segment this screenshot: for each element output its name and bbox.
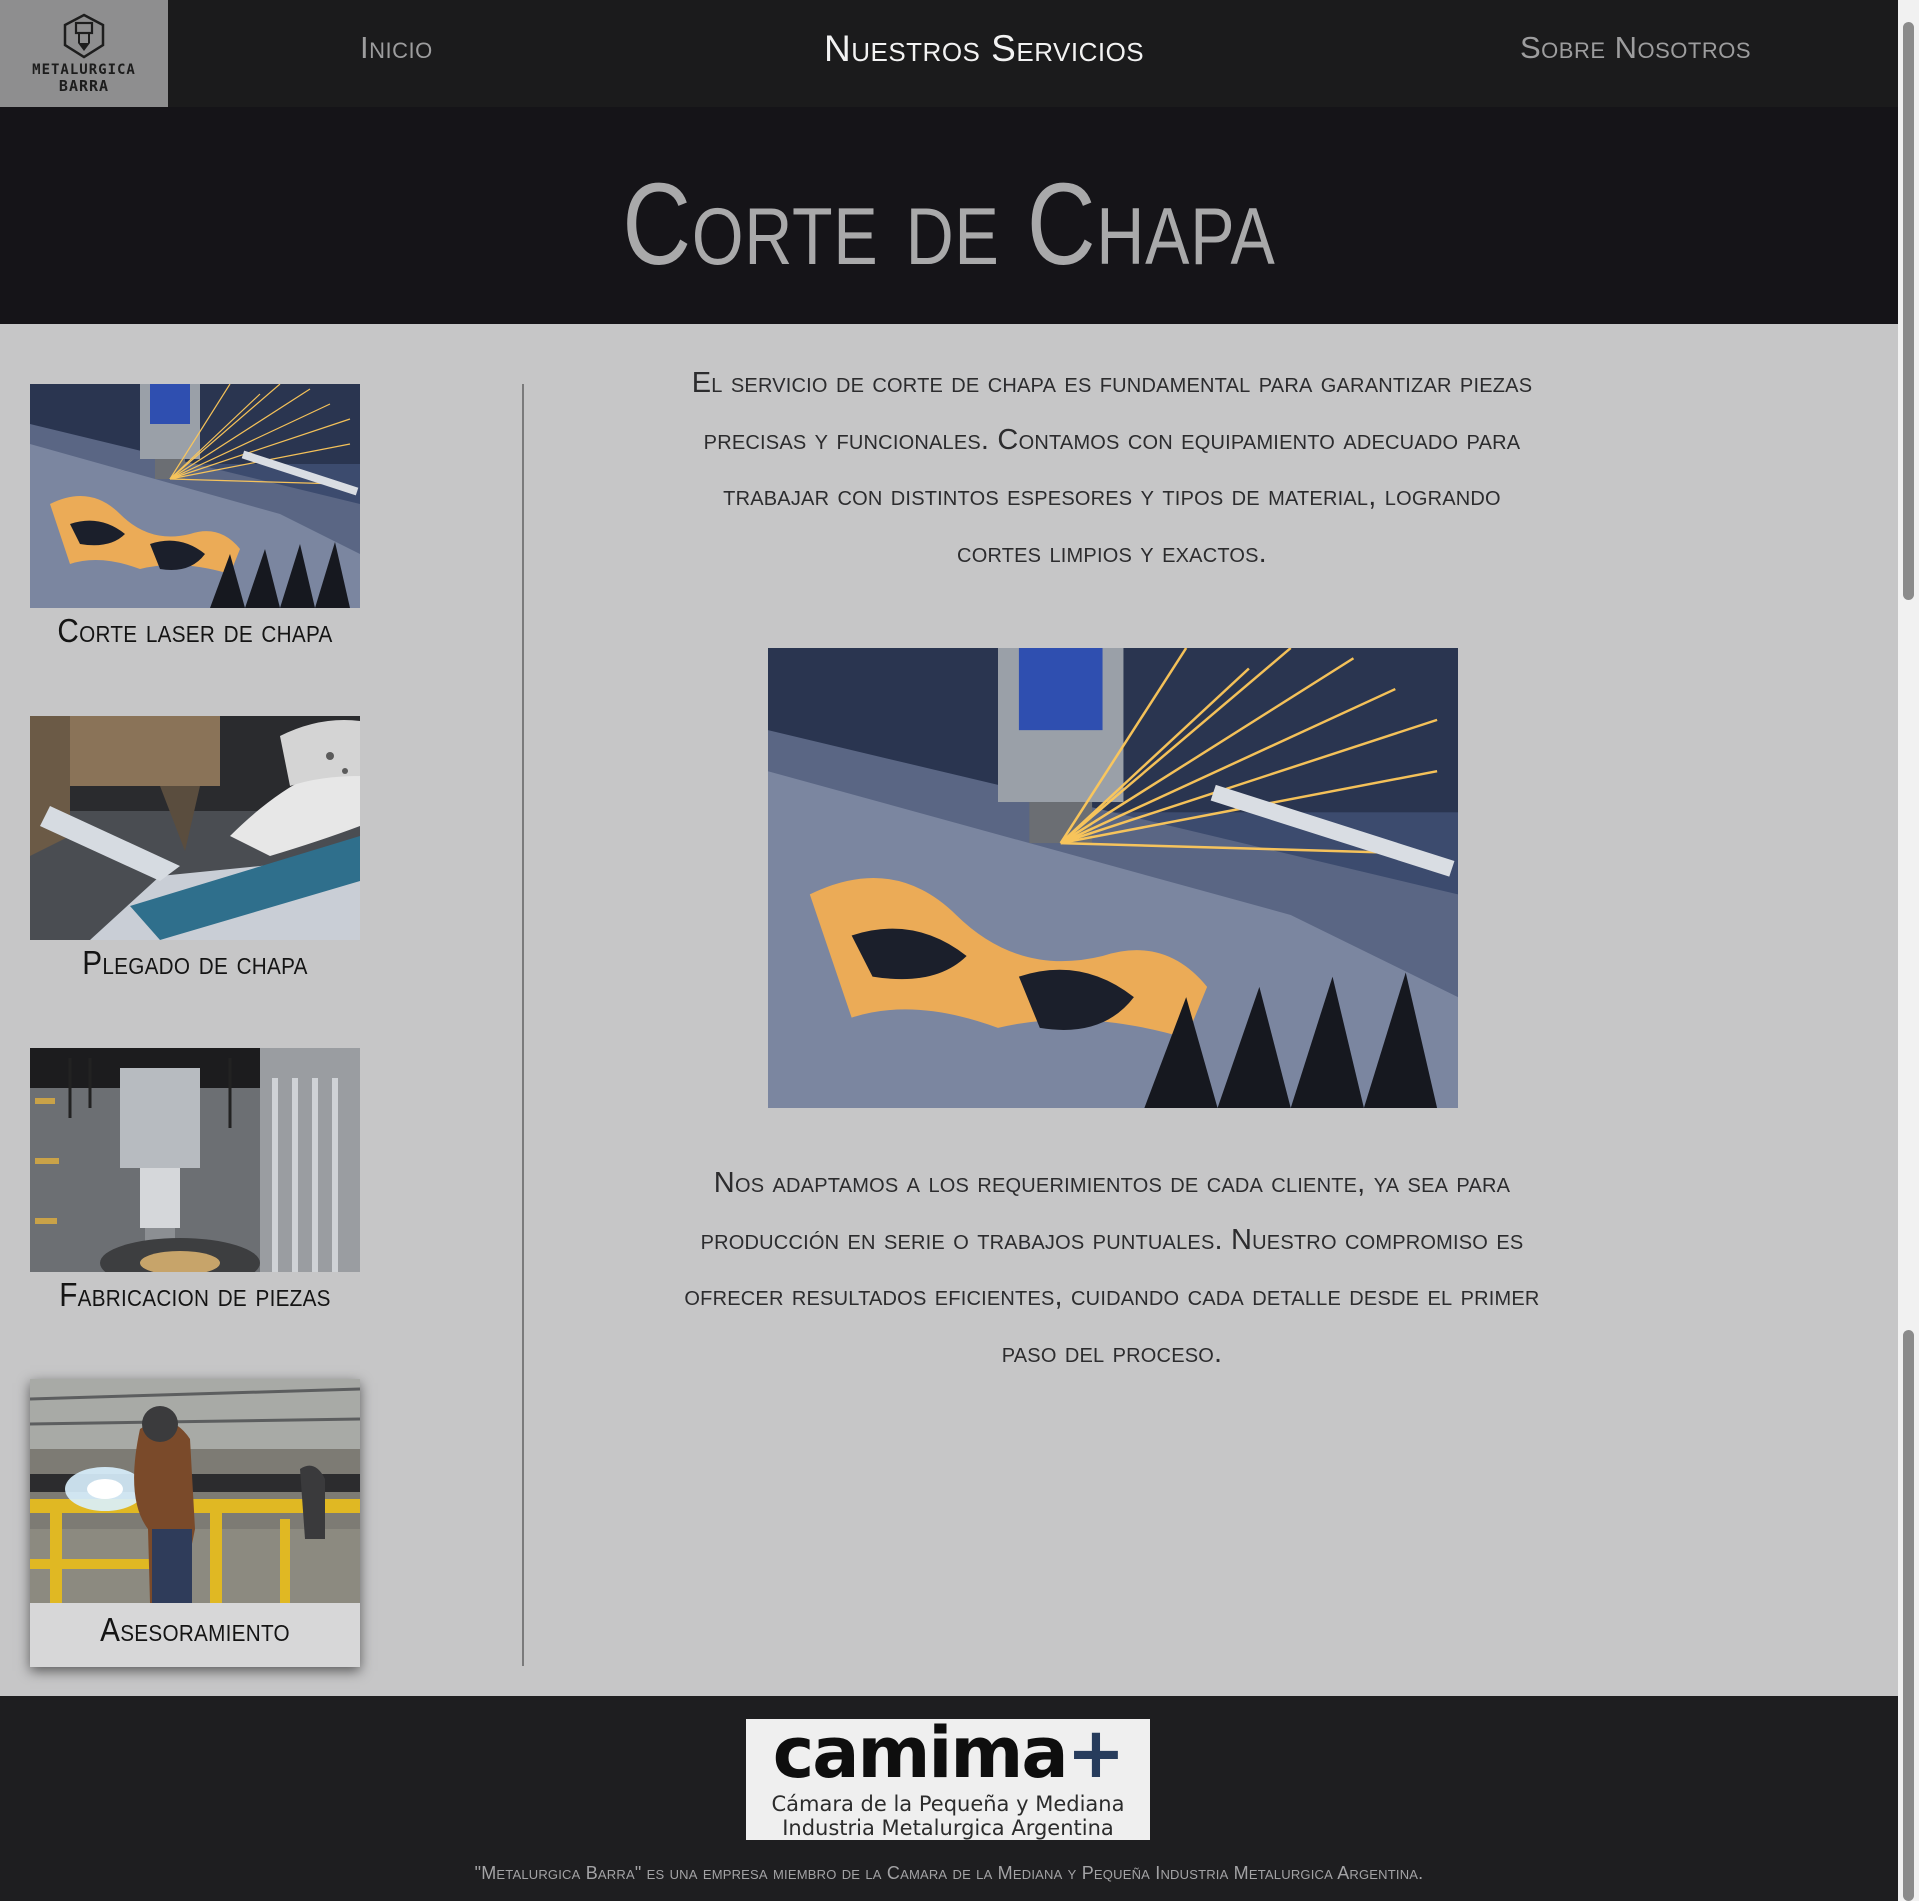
machining-photo-icon: [30, 1048, 360, 1272]
nav-link-inicio[interactable]: Inicio: [360, 30, 433, 66]
camima-word: camima: [772, 1712, 1069, 1794]
laser-cutting-photo-icon: [768, 648, 1458, 1108]
service-card-plegado[interactable]: Plegado de chapa: [30, 716, 360, 982]
anvil-emblem-icon: [63, 13, 105, 59]
service-description-intro: El servicio de corte de chapa es fundame…: [691, 367, 1533, 569]
service-card-corte-laser[interactable]: Corte laser de chapa: [30, 384, 360, 650]
page-title: Corte de Chapa: [622, 159, 1276, 289]
camima-plus-sign: +: [1066, 1712, 1126, 1794]
vertical-scrollbar[interactable]: [1898, 0, 1919, 1901]
scrollbar-thumb-upper[interactable]: [1903, 22, 1914, 600]
footer: camima+ Cámara de la Pequeña y Mediana I…: [0, 1696, 1898, 1901]
hero-banner: Corte de Chapa: [0, 107, 1898, 324]
service-card-asesoramiento[interactable]: Asesoramiento: [30, 1379, 360, 1667]
welding-photo-icon: [30, 1379, 360, 1603]
service-card-label: Plegado de chapa: [82, 944, 308, 981]
camima-subtitle-line-1: Cámara de la Pequeña y Mediana: [771, 1792, 1125, 1816]
service-card-label: Corte laser de chapa: [57, 612, 333, 649]
service-description-detail: Nos adaptamos a los requerimientos de ca…: [684, 1167, 1540, 1369]
scrollbar-thumb-lower[interactable]: [1903, 1330, 1914, 1901]
site-logo[interactable]: METALURGICA BARRA: [0, 0, 168, 107]
laser-cutting-photo-icon: [30, 384, 360, 608]
vertical-divider: [522, 384, 524, 1666]
nav-link-sobre-nosotros[interactable]: Sobre Nosotros: [1520, 30, 1751, 66]
nav-link-nuestros-servicios[interactable]: Nuestros Servicios: [824, 28, 1144, 70]
footer-membership-note: "Metalurgica Barra" es una empresa miemb…: [474, 1863, 1424, 1883]
top-navbar: METALURGICA BARRA Inicio Nuestros Servic…: [0, 0, 1898, 107]
service-card-fabricacion[interactable]: Fabricacion de piezas: [30, 1048, 360, 1314]
sheet-bending-photo-icon: [30, 716, 360, 940]
logo-line-2: BARRA: [58, 77, 110, 95]
logo-line-1: METALURGICA: [32, 62, 136, 78]
camima-subtitle-line-2: Industria Metalurgica Argentina: [782, 1816, 1114, 1840]
camima-logo[interactable]: camima+ Cámara de la Pequeña y Mediana I…: [746, 1713, 1150, 1840]
service-card-label: Asesoramiento: [100, 1611, 290, 1648]
service-card-label: Fabricacion de piezas: [59, 1276, 331, 1313]
camima-wordmark: camima+: [746, 1713, 1150, 1793]
